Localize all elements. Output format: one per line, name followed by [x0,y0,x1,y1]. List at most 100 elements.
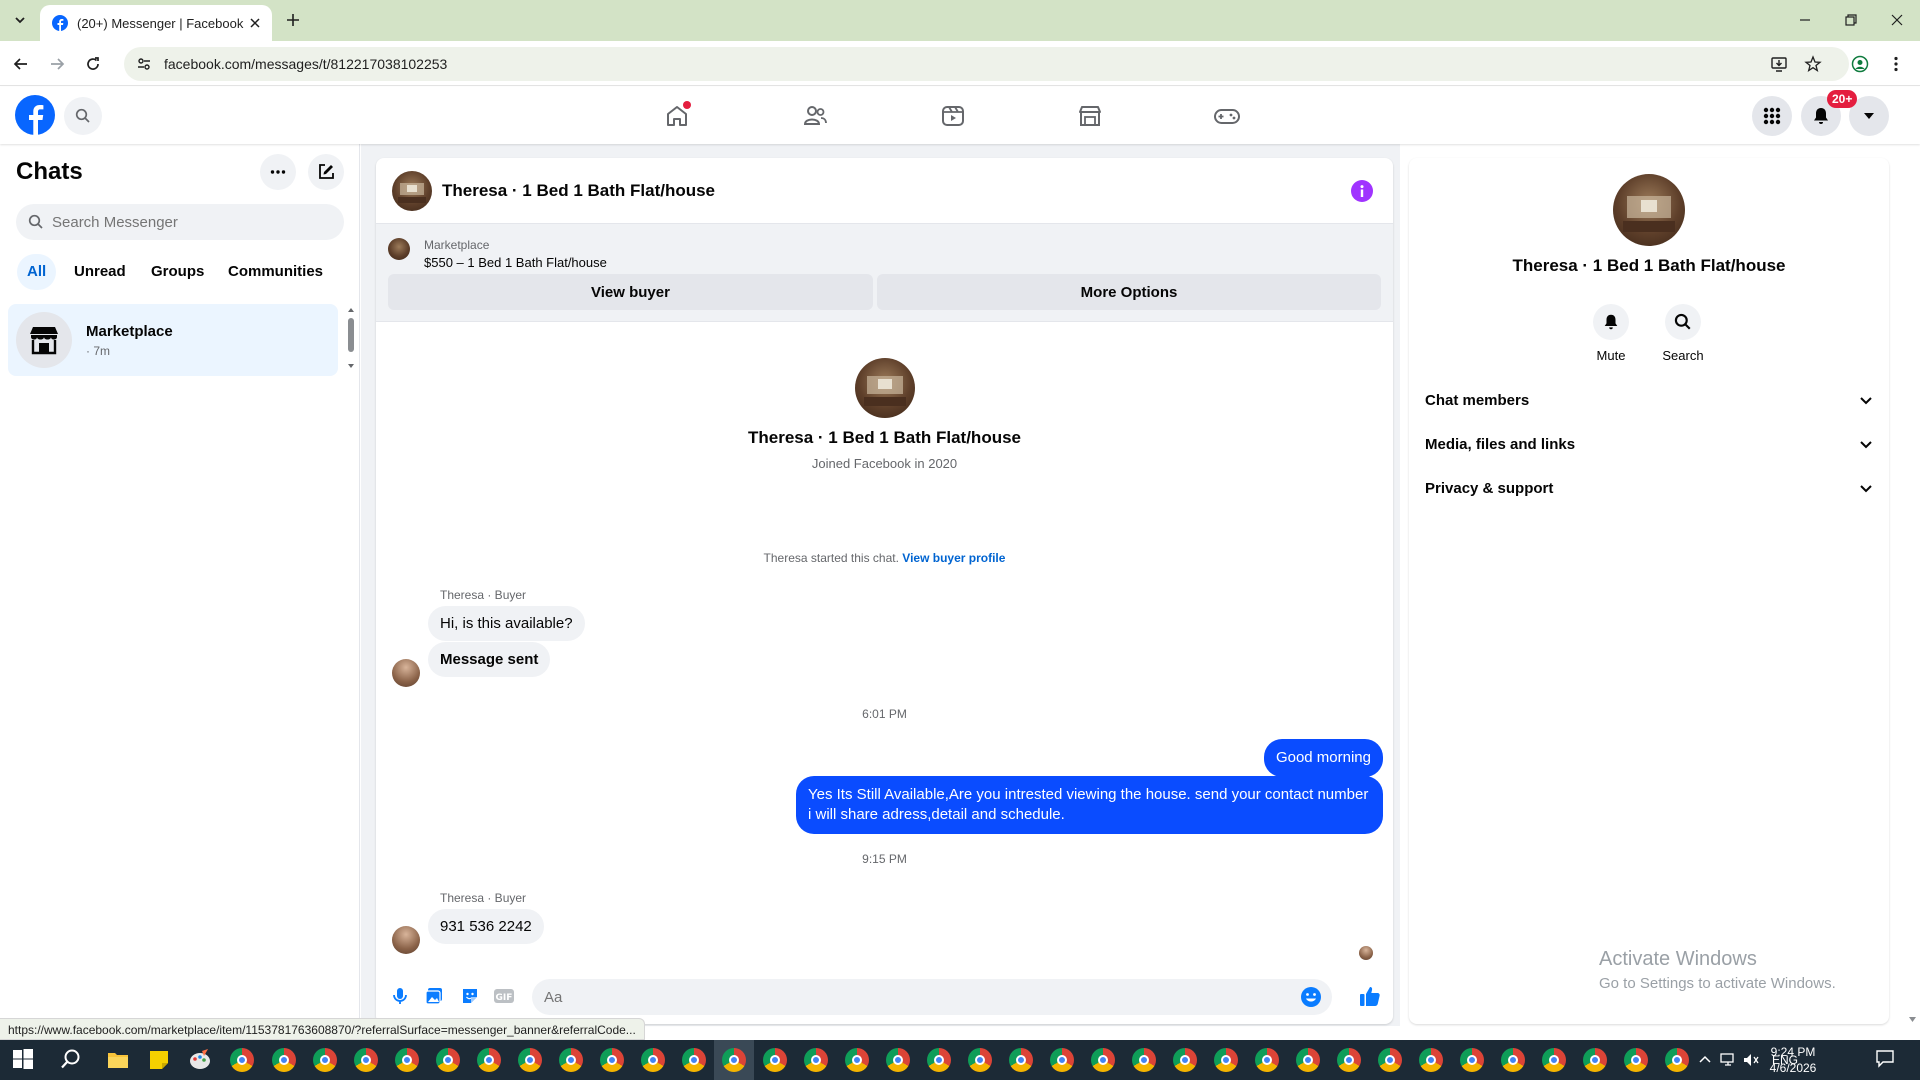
bookmark-button[interactable] [1800,51,1826,77]
reload-button[interactable] [80,51,106,77]
chrome-taskbar-button[interactable] [682,1048,706,1072]
view-buyer-profile-link[interactable]: View buyer profile [902,551,1005,565]
network-icon[interactable] [1720,1052,1738,1068]
back-button[interactable] [8,51,34,77]
sender-avatar[interactable] [392,926,420,954]
chrome-taskbar-button[interactable] [477,1048,501,1072]
send-like-button[interactable] [1358,984,1382,1008]
message-bubble-outgoing[interactable]: Yes Its Still Available,Are you intreste… [796,776,1383,834]
chat-options-button[interactable] [260,154,296,190]
attach-photo-button[interactable] [422,984,446,1008]
chrome-taskbar-button[interactable] [395,1048,419,1072]
chat-list-scrollbar[interactable] [347,306,355,370]
chrome-taskbar-button[interactable] [1501,1048,1525,1072]
forward-button[interactable] [44,51,70,77]
chrome-taskbar-button[interactable] [1665,1048,1689,1072]
chrome-taskbar-button[interactable] [968,1048,992,1072]
search-messenger-input[interactable] [52,213,322,231]
section-media-files-links[interactable]: Media, files and links [1425,426,1873,462]
chrome-taskbar-button[interactable] [1255,1048,1279,1072]
message-input-box[interactable] [532,979,1332,1015]
nav-home[interactable] [653,97,701,135]
close-tab-icon[interactable] [250,18,260,28]
chrome-taskbar-button[interactable] [1091,1048,1115,1072]
nav-gaming[interactable] [1203,97,1251,135]
chrome-taskbar-button[interactable] [1378,1048,1402,1072]
chrome-taskbar-button[interactable] [845,1048,869,1072]
conversation-title[interactable]: Theresa · 1 Bed 1 Bath Flat/house [442,181,715,201]
conversation-avatar[interactable] [392,170,432,211]
mute-button[interactable] [1593,304,1629,340]
chat-list-item[interactable]: Marketplace · 7m [8,304,338,376]
page-scrollbar[interactable] [1905,87,1920,1027]
chrome-taskbar-button[interactable] [1460,1048,1484,1072]
chrome-taskbar-button[interactable] [1583,1048,1607,1072]
chrome-taskbar-button[interactable] [886,1048,910,1072]
chevron-up-icon[interactable] [1698,1053,1712,1067]
chrome-taskbar-button[interactable] [518,1048,542,1072]
chrome-taskbar-button[interactable] [722,1048,746,1072]
details-avatar[interactable] [1613,174,1685,246]
chrome-taskbar-button[interactable] [272,1048,296,1072]
filter-unread[interactable]: Unread [64,254,136,290]
start-button[interactable] [12,1048,36,1072]
chrome-taskbar-button[interactable] [641,1048,665,1072]
browser-menu-button[interactable] [1883,51,1909,77]
tab-search-button[interactable] [9,9,31,31]
chrome-taskbar-button[interactable] [1337,1048,1361,1072]
restore-window-button[interactable] [1828,0,1874,40]
sticker-button[interactable] [458,984,482,1008]
conversation-info-button[interactable] [1351,180,1373,202]
menu-button[interactable] [1752,96,1792,136]
section-privacy-support[interactable]: Privacy & support [1425,470,1873,506]
chrome-taskbar-button[interactable] [1542,1048,1566,1072]
new-message-button[interactable] [308,154,344,190]
chrome-taskbar-button[interactable] [436,1048,460,1072]
chrome-taskbar-button[interactable] [230,1048,254,1072]
chrome-taskbar-button[interactable] [600,1048,624,1072]
notification-center-button[interactable] [1875,1048,1899,1072]
close-window-button[interactable] [1874,0,1920,40]
chrome-taskbar-button[interactable] [1173,1048,1197,1072]
view-buyer-button[interactable]: View buyer [388,274,873,310]
paint-app-button[interactable] [188,1048,212,1072]
chrome-taskbar-button[interactable] [927,1048,951,1072]
chrome-taskbar-button[interactable] [1214,1048,1238,1072]
nav-friends[interactable] [791,97,839,135]
section-chat-members[interactable]: Chat members [1425,382,1873,418]
chrome-taskbar-button[interactable] [313,1048,337,1072]
install-app-button[interactable] [1766,51,1792,77]
message-bubble-incoming[interactable]: 931 536 2242 [428,909,544,944]
profile-button[interactable] [1847,51,1873,77]
more-options-button[interactable]: More Options [877,274,1381,310]
message-bubble-outgoing[interactable]: Good morning [1263,739,1383,777]
chrome-taskbar-button[interactable] [354,1048,378,1072]
address-bar[interactable]: facebook.com/messages/t/812217038102253 [124,47,1849,81]
filter-all[interactable]: All [17,254,57,290]
search-in-conversation-button[interactable] [1665,304,1701,340]
chrome-taskbar-button[interactable] [763,1048,787,1072]
search-messenger[interactable] [16,204,344,240]
mute-action[interactable]: Mute [1571,304,1651,363]
sender-avatar[interactable] [392,659,420,687]
site-settings-icon[interactable] [136,56,152,72]
chrome-taskbar-button[interactable] [1624,1048,1648,1072]
nav-marketplace[interactable] [1066,97,1114,135]
browser-tab-messenger[interactable]: (20+) Messenger | Facebook [40,5,272,41]
message-input[interactable] [544,988,1284,1006]
listing-title[interactable]: $550 – 1 Bed 1 Bath Flat/house [424,255,607,270]
minimize-window-button[interactable] [1782,0,1828,40]
taskbar-search-button[interactable] [60,1048,84,1072]
message-bubble-incoming[interactable]: Message sent [428,642,551,677]
chrome-taskbar-button[interactable] [1050,1048,1074,1072]
chrome-taskbar-button[interactable] [1132,1048,1156,1072]
facebook-search-button[interactable] [64,97,102,135]
filter-groups[interactable]: Groups [141,254,214,290]
sticky-notes-button[interactable] [147,1048,171,1072]
chrome-taskbar-button[interactable] [559,1048,583,1072]
search-action[interactable]: Search [1643,304,1723,363]
message-bubble-incoming[interactable]: Hi, is this available? [428,606,585,641]
profile-avatar[interactable] [854,358,915,418]
voice-clip-button[interactable] [388,984,412,1008]
taskbar-clock[interactable]: 9:24 PM 4/6/2026 [1758,1044,1828,1076]
